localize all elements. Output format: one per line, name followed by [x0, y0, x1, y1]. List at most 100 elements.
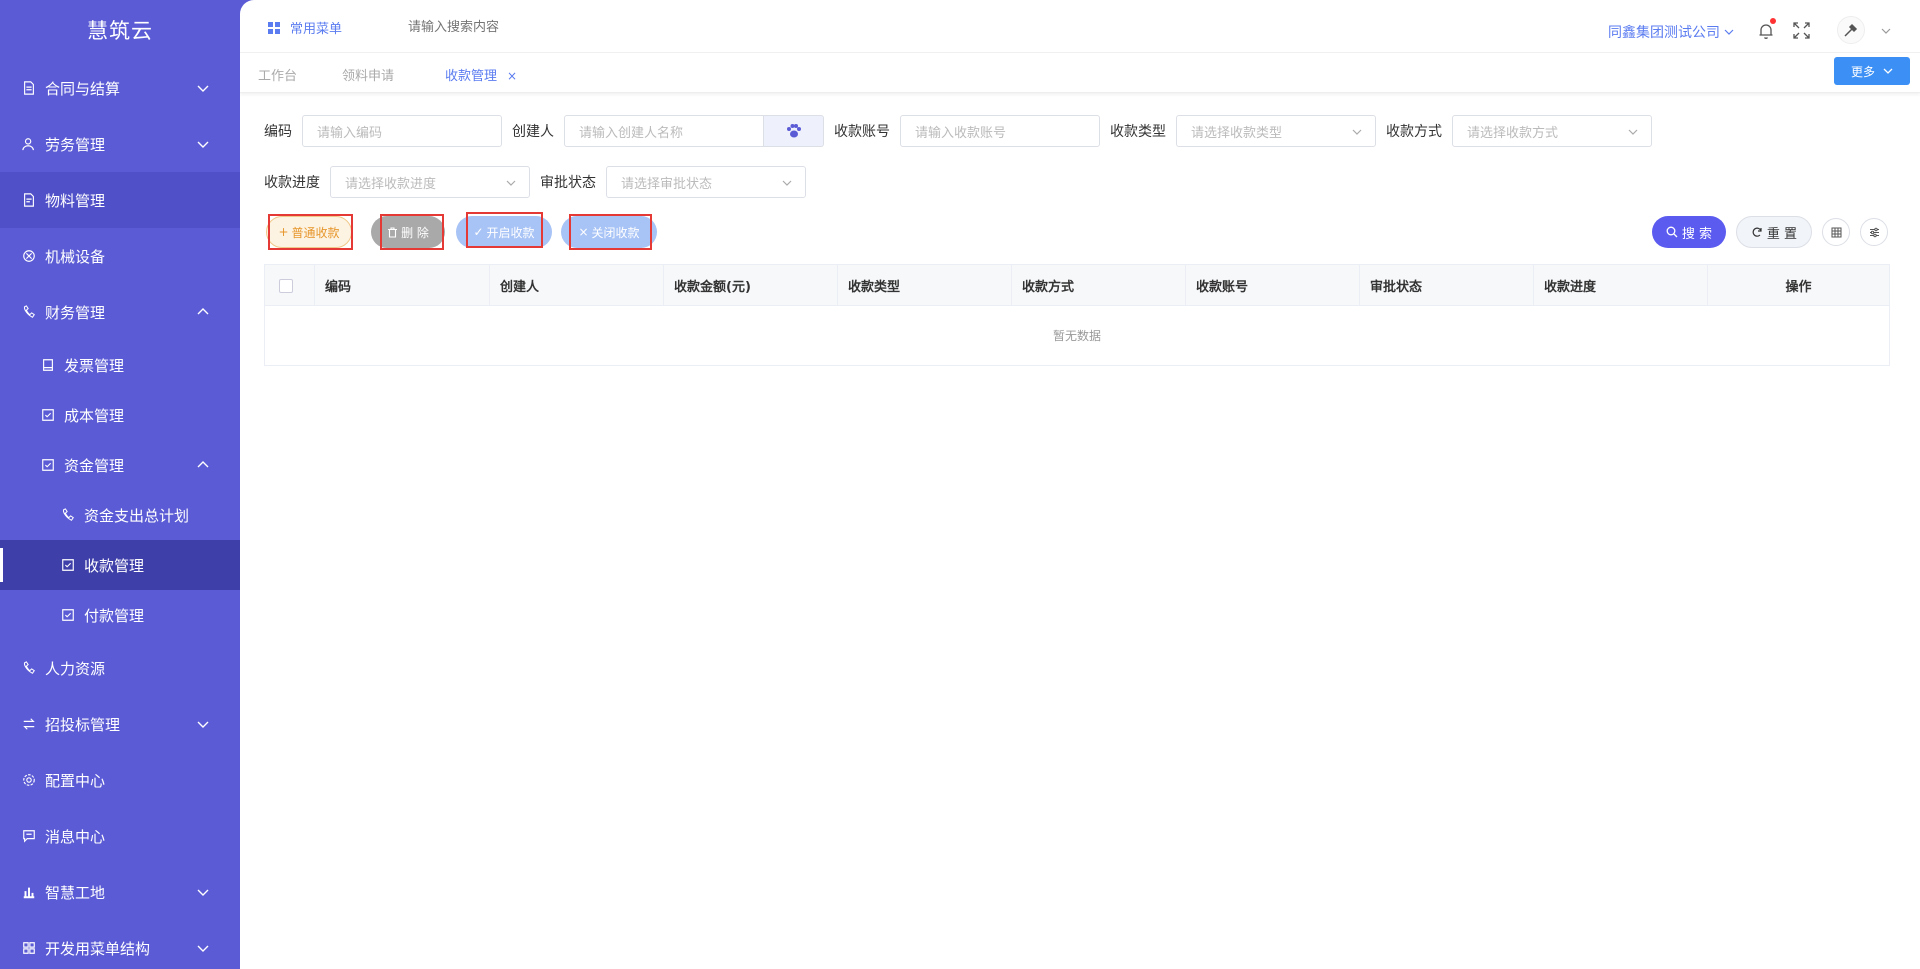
- sidebar-item[interactable]: 物料管理: [0, 172, 240, 228]
- sidebar: 慧筑云 合同与结算 劳务管理 物料管理 机械设备 财务管理 发票管理 成本管理 资金管理 资金支…: [0, 0, 240, 969]
- progress-select[interactable]: 请选择收款进度: [330, 166, 530, 198]
- sidebar-item-label: 物料管理: [45, 191, 106, 210]
- sidebar-item-label: 付款管理: [84, 606, 145, 625]
- column-header[interactable]: 审批状态: [1360, 265, 1534, 306]
- favorites-menu[interactable]: 常用菜单: [268, 18, 342, 37]
- column-settings-button[interactable]: [1822, 218, 1850, 246]
- sidebar-item[interactable]: 消息中心: [0, 808, 240, 864]
- progress-label: 收款进度: [264, 175, 320, 191]
- tab-label: 收款管理: [445, 69, 498, 84]
- method-select[interactable]: 请选择收款方式: [1452, 115, 1652, 147]
- sidebar-menu: 合同与结算 劳务管理物料管理机械设备 财务管理 发票管理成本管理资金管理资金支出总计划…: [0, 60, 240, 969]
- company-selector[interactable]: 同鑫集团测试公司: [1608, 22, 1734, 42]
- open-receipt-label: 开启收款: [486, 225, 535, 240]
- chevron-down-icon: [197, 889, 209, 896]
- chevron-down-icon[interactable]: [1880, 25, 1892, 37]
- chevron-down-icon: [197, 85, 209, 92]
- type-select[interactable]: 请选择收款类型: [1176, 115, 1376, 147]
- column-header[interactable]: 创建人: [490, 265, 664, 306]
- avatar[interactable]: [1837, 16, 1865, 44]
- top-bar: 常用菜单 同鑫集团测试公司: [240, 0, 1920, 53]
- tab-material-request[interactable]: 领料申请: [342, 65, 394, 84]
- sidebar-item[interactable]: 人力资源: [0, 640, 240, 696]
- sidebar-item[interactable]: 配置中心: [0, 752, 240, 808]
- open-receipt-button[interactable]: ✓ 开启收款: [456, 216, 552, 248]
- bell-icon[interactable]: [1758, 22, 1774, 40]
- tab-receipt-management[interactable]: 收款管理 ×: [445, 65, 517, 84]
- sidebar-item-label: 资金管理: [64, 456, 125, 475]
- cost-icon: [40, 407, 56, 423]
- close-receipt-label: 关闭收款: [591, 225, 640, 240]
- notification-dot: [1770, 18, 1776, 24]
- payment-icon: [60, 607, 76, 623]
- normal-receipt-button[interactable]: + 普通收款: [266, 216, 352, 248]
- close-icon[interactable]: ×: [507, 69, 517, 83]
- column-header[interactable]: 收款进度: [1534, 265, 1708, 306]
- app-root: 慧筑云 合同与结算 劳务管理 物料管理 机械设备 财务管理 发票管理 成本管理 资金管理 资金支…: [0, 0, 1920, 969]
- sidebar-item[interactable]: 劳务管理: [0, 116, 240, 172]
- sidebar-item-label: 智慧工地: [45, 883, 106, 902]
- select-all-checkbox[interactable]: [279, 278, 293, 293]
- select-group-button[interactable]: [764, 115, 824, 147]
- column-header[interactable]: 收款账号: [1186, 265, 1360, 306]
- sidebar-item[interactable]: 成本管理: [0, 390, 240, 440]
- chevron-down-icon: [1883, 68, 1893, 74]
- company-name: 同鑫集团测试公司: [1608, 25, 1720, 41]
- config-icon: [21, 772, 37, 788]
- labor-icon: [21, 136, 37, 152]
- column-header[interactable]: 收款方式: [1012, 265, 1186, 306]
- column-header[interactable]: 编码: [315, 265, 490, 306]
- tab-label: 领料申请: [342, 69, 395, 84]
- reset-button[interactable]: 重 置: [1736, 216, 1812, 248]
- sidebar-item[interactable]: 收款管理: [0, 540, 240, 590]
- tab-label: 工作台: [258, 69, 298, 84]
- finance-icon: [21, 304, 37, 320]
- sidebar-item[interactable]: 机械设备: [0, 228, 240, 284]
- search-button[interactable]: 搜 索: [1652, 216, 1726, 248]
- sidebar-item[interactable]: 合同与结算: [0, 60, 240, 116]
- user-tool-icon: [1844, 23, 1858, 37]
- tab-workbench[interactable]: 工作台: [258, 65, 297, 84]
- sidebar-item[interactable]: 智慧工地: [0, 864, 240, 920]
- global-search-input[interactable]: [408, 14, 608, 38]
- sidebar-item-label: 成本管理: [64, 406, 125, 425]
- search-icon: [1666, 226, 1678, 238]
- chevron-down-icon: [782, 180, 792, 186]
- approval-select[interactable]: 请选择审批状态: [606, 166, 806, 198]
- close-icon: ×: [578, 225, 589, 239]
- plan-icon: [60, 507, 76, 523]
- material-icon: [21, 192, 37, 208]
- close-receipt-button[interactable]: × 关闭收款: [561, 216, 657, 248]
- more-tabs-button[interactable]: 更多: [1834, 57, 1910, 85]
- fullscreen-icon[interactable]: [1793, 22, 1810, 39]
- more-label: 更多: [1850, 64, 1875, 79]
- sidebar-item[interactable]: 资金管理: [0, 440, 240, 490]
- sidebar-item[interactable]: 付款管理: [0, 590, 240, 640]
- filter-settings-button[interactable]: [1860, 218, 1888, 246]
- receipt-icon: [60, 557, 76, 573]
- search-label: 搜 索: [1681, 226, 1713, 242]
- sidebar-item[interactable]: 开发用菜单结构: [0, 920, 240, 969]
- sidebar-item-label: 消息中心: [45, 827, 106, 846]
- chevron-up-icon: [197, 308, 209, 315]
- chevron-down-icon: [1352, 129, 1362, 135]
- plus-icon: +: [278, 225, 289, 239]
- delete-button[interactable]: 删 除: [371, 216, 445, 248]
- account-input[interactable]: 请输入收款账号: [900, 115, 1100, 147]
- sidebar-item[interactable]: 发票管理: [0, 340, 240, 390]
- normal-receipt-label: 普通收款: [291, 225, 340, 240]
- code-input[interactable]: 请输入编码: [302, 115, 502, 147]
- sidebar-item-label: 开发用菜单结构: [45, 939, 151, 958]
- code-placeholder: 请输入编码: [317, 125, 383, 141]
- machine-icon: [21, 248, 37, 264]
- sidebar-item[interactable]: 财务管理: [0, 284, 240, 340]
- paw-icon: [786, 124, 801, 138]
- chevron-down-icon: [197, 721, 209, 728]
- column-header[interactable]: 收款金额(元): [664, 265, 838, 306]
- bidding-icon: [21, 716, 37, 732]
- sidebar-item[interactable]: 招投标管理: [0, 696, 240, 752]
- sidebar-item[interactable]: 资金支出总计划: [0, 490, 240, 540]
- column-header[interactable]: 收款类型: [838, 265, 1012, 306]
- creator-input[interactable]: 请输入创建人名称: [564, 115, 764, 147]
- fund-icon: [40, 457, 56, 473]
